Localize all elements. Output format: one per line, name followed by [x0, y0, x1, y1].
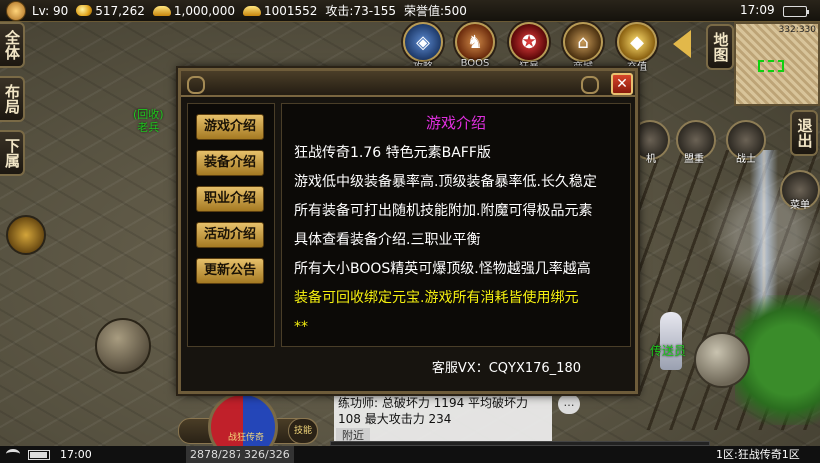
ingot-display: 1,000,000 [152, 3, 235, 18]
nav-class-intro[interactable]: 职业介绍 [196, 186, 264, 212]
level-text: Lv: 90 [32, 3, 69, 18]
exit-label: 退出 [795, 118, 814, 148]
attack-text: 攻击:73-155 [325, 4, 396, 18]
device-time: 17:00 [60, 448, 92, 461]
bound-ingot-display: 1001552 [242, 3, 318, 18]
menu-label: 菜单 [790, 200, 810, 211]
subordinate-label: 下属 [3, 138, 21, 168]
dialog-nav: 游戏介绍 装备介绍 职业介绍 活动介绍 更新公告 [187, 103, 275, 347]
server-name: 1区:狂战传奇1区 [716, 448, 800, 461]
gold-amount: 517,262 [95, 3, 145, 18]
ingot-amount: 1,000,000 [173, 3, 235, 18]
wifi-icon [6, 449, 20, 459]
boss-button[interactable]: ♞ BOOS [450, 22, 500, 69]
guide-button[interactable]: ◈ 攻略 [398, 22, 448, 73]
battery-icon [28, 450, 50, 460]
content-line-highlight: ** [294, 319, 308, 335]
hook-label: 机 [646, 154, 656, 165]
dialog-titlebar [181, 71, 635, 97]
npc-teleporter-figure[interactable] [660, 312, 682, 370]
content-line: 游戏低中级装备暴率高.顶级装备暴率低.长久稳定 [294, 174, 597, 190]
npc-recycle-label[interactable]: (回收) 老兵 [133, 108, 164, 134]
recharge-icon: ◆ [617, 22, 657, 62]
attack-sword-button[interactable] [694, 332, 750, 388]
nav-update-notice[interactable]: 更新公告 [196, 258, 264, 284]
map-button[interactable]: 地图 [706, 24, 734, 70]
level-display: Lv: 90 [32, 4, 68, 18]
content-line: 所有大小BOOS精英可爆顶级.怪物越强几率越高 [294, 261, 591, 277]
nav-event-intro[interactable]: 活动介绍 [196, 222, 264, 248]
bound-ingot-icon [242, 5, 261, 16]
honor-display: 荣誉值:500 [404, 2, 467, 19]
all-mode-label: 全体 [3, 30, 21, 60]
subordinate-button[interactable]: 下属 [0, 130, 25, 176]
honor-text: 荣誉值:500 [403, 4, 467, 18]
warrior-label: 战士 [736, 154, 756, 165]
gold-display: 517,262 [76, 4, 145, 18]
chat-message: 练功师: 总破坏力 1194 平均破坏力 108 最大攻击力 234 [338, 396, 529, 426]
rage-icon: ✪ [509, 22, 549, 62]
map-label: 地图 [711, 32, 730, 62]
battery-icon [783, 6, 809, 17]
bottom-status-bar: 17:00 2878/2878 326/326 1区:狂战传奇1区 [0, 446, 820, 463]
content-title: 游戏介绍 [425, 114, 486, 132]
layout-button[interactable]: 布局 [0, 76, 25, 122]
pet-skill-icon[interactable] [6, 215, 46, 255]
game-name-label: 战狂传奇 [228, 433, 265, 443]
minimap[interactable]: 332:330 [734, 22, 820, 106]
all-mode-button[interactable]: 全体 [0, 22, 25, 68]
content-line: 狂战传奇1.76 特色元素BAFF版 [294, 145, 491, 161]
content-line: 所有装备可打出随机技能附加.附魔可得极品元素 [294, 203, 593, 219]
shop-button[interactable]: ⌂ 商城 [558, 22, 608, 73]
clock-text: 17:09 [740, 3, 775, 17]
customer-service-contact: 客服VX：CQYX176_180 [431, 361, 581, 376]
content-line-highlight: 装备可回收绑定元宝.游戏所有消耗皆使用绑元 [294, 290, 579, 306]
nav-game-intro[interactable]: 游戏介绍 [196, 114, 264, 140]
ingot-icon [152, 5, 171, 16]
exit-button[interactable]: 退出 [790, 110, 818, 156]
shop-icon: ⌂ [563, 22, 603, 62]
player-marker-icon [758, 60, 784, 72]
attack-display: 攻击:73-155 [325, 2, 396, 19]
collapse-arrow-icon[interactable] [673, 30, 691, 58]
close-button[interactable]: ✕ [611, 73, 633, 95]
rage-button[interactable]: ✪ 狂暴 [504, 22, 554, 73]
bound-ingot-amount: 1001552 [263, 3, 318, 18]
dialog-content: 游戏介绍 狂战传奇1.76 特色元素BAFF版 游戏低中级装备暴率高.顶级装备暴… [281, 103, 631, 347]
scroll-icon: ◈ [403, 22, 443, 62]
boss-icon: ♞ [455, 22, 495, 62]
nav-equipment-intro[interactable]: 装备介绍 [196, 150, 264, 176]
movement-joystick[interactable] [95, 318, 151, 374]
mp-value: 326/326 [240, 446, 294, 463]
mengzhong-label: 盟重 [684, 154, 704, 165]
layout-label: 布局 [3, 84, 21, 114]
player-avatar-icon[interactable] [6, 0, 26, 21]
gold-coin-icon [76, 5, 93, 16]
npc-teleport-label[interactable]: 传送员 [650, 342, 686, 359]
minimap-coords: 332:330 [778, 25, 816, 35]
chat-bubble-icon[interactable]: … [558, 394, 580, 414]
skill-toggle-button[interactable]: 技能 [288, 418, 318, 444]
content-line: 具体查看装备介绍.三职业平衡 [294, 232, 481, 248]
recharge-button[interactable]: ◆ 充值 [612, 22, 662, 73]
game-intro-dialog: ✕ 游戏介绍 装备介绍 职业介绍 活动介绍 更新公告 游戏介绍 狂战传奇1.76… [178, 68, 638, 394]
top-status-bar: Lv: 90 517,262 1,000,000 1001552 攻击:73-1… [0, 0, 820, 22]
